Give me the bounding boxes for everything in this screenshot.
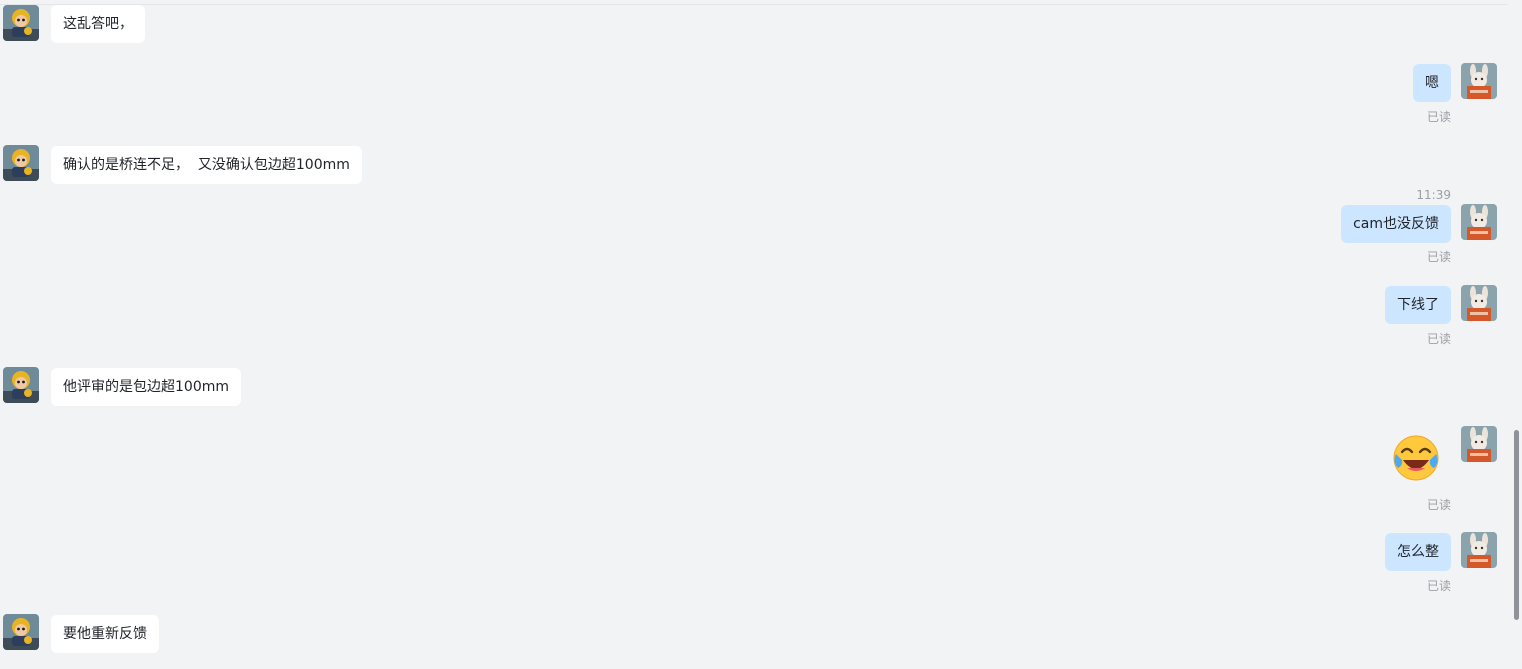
read-status: 已读 xyxy=(1426,579,1451,593)
read-status: 已读 xyxy=(1426,498,1451,512)
divider xyxy=(0,4,1508,5)
my-avatar[interactable] xyxy=(1461,532,1497,568)
my-avatar[interactable] xyxy=(1461,204,1497,240)
message-bubble-outgoing[interactable]: 怎么整 xyxy=(1385,533,1451,571)
contact-avatar[interactable] xyxy=(3,614,39,650)
message-bubble-incoming[interactable]: 确认的是桥连不足， 又没确认包边超100mm xyxy=(51,146,362,184)
message-bubble-incoming[interactable]: 要他重新反馈 xyxy=(51,615,159,653)
message-bubble-incoming[interactable]: 这乱答吧， xyxy=(51,5,145,43)
message-bubble-outgoing[interactable]: 嗯 xyxy=(1413,64,1451,102)
my-avatar[interactable] xyxy=(1461,63,1497,99)
message-timestamp: 11:39 xyxy=(1416,188,1451,202)
contact-avatar[interactable] xyxy=(3,5,39,41)
my-avatar[interactable] xyxy=(1461,426,1497,462)
chat-message-list[interactable]: 这乱答吧， 嗯 已读 确认的是桥连不足， 又没确认包边超100mm 11:39 … xyxy=(0,0,1522,669)
read-status: 已读 xyxy=(1426,110,1451,124)
contact-avatar[interactable] xyxy=(3,145,39,181)
read-status: 已读 xyxy=(1426,332,1451,346)
crying-laughing-emoji-icon[interactable] xyxy=(1392,434,1440,482)
message-bubble-outgoing[interactable]: 下线了 xyxy=(1385,286,1451,324)
my-avatar[interactable] xyxy=(1461,285,1497,321)
contact-avatar[interactable] xyxy=(3,367,39,403)
scrollbar-thumb[interactable] xyxy=(1514,430,1519,620)
message-bubble-outgoing[interactable]: cam也没反馈 xyxy=(1341,205,1451,243)
message-bubble-incoming[interactable]: 他评审的是包边超100mm xyxy=(51,368,241,406)
read-status: 已读 xyxy=(1426,250,1451,264)
